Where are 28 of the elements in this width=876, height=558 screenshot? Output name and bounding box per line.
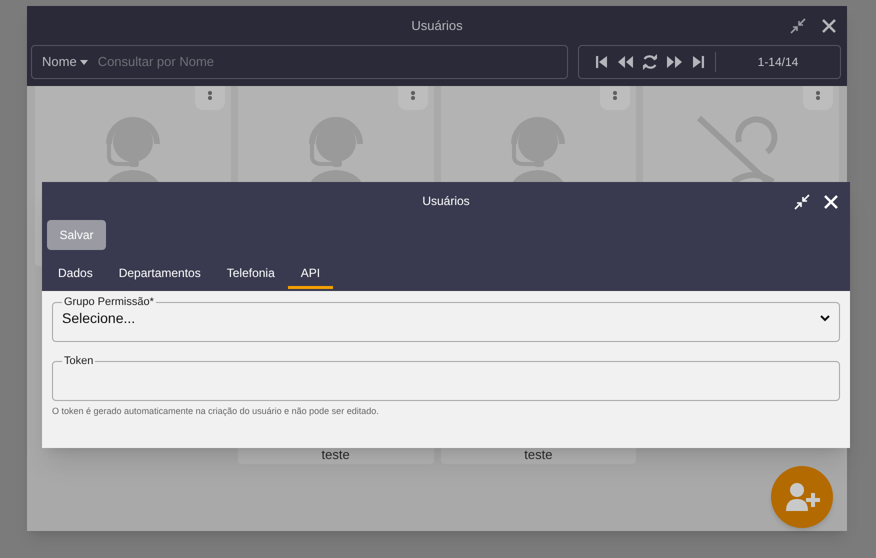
tab[interactable]: API — [288, 260, 334, 289]
add-user-icon — [784, 481, 820, 513]
user-name: teste — [524, 448, 552, 462]
user-name: teste — [322, 448, 350, 462]
refresh-icon[interactable] — [642, 54, 658, 70]
first-page-icon[interactable] — [595, 54, 609, 70]
filter-dropdown[interactable]: Nome — [42, 52, 88, 72]
more-options-button[interactable] — [194, 86, 225, 110]
tab[interactable]: Telefonia — [214, 260, 288, 289]
tab[interactable]: Dados — [45, 260, 106, 289]
dialog-title: Usuários — [422, 193, 470, 210]
search-field[interactable]: Nome Consultar por Nome — [31, 45, 568, 79]
page-range: 1-14/14 — [756, 54, 800, 71]
last-page-icon[interactable] — [691, 54, 705, 70]
tab[interactable]: Departamentos — [106, 260, 214, 289]
more-options-button[interactable] — [398, 86, 428, 110]
rewind-icon[interactable] — [617, 54, 634, 70]
text-field[interactable]: Token — [52, 353, 840, 401]
caret-icon — [80, 60, 88, 64]
more-options-button[interactable] — [600, 86, 630, 110]
window-title: Usuários — [411, 16, 463, 35]
minimize-icon[interactable] — [789, 17, 807, 35]
chevron-down-icon — [820, 314, 830, 322]
fast-forward-icon[interactable] — [666, 54, 683, 70]
close-icon[interactable] — [821, 18, 837, 34]
select-field[interactable]: Grupo Permissão* Selecione... — [52, 294, 840, 342]
help-text: O token é gerado automaticamente na criação do usuário e não pode ser editado. — [51, 405, 380, 418]
more-options-button[interactable] — [803, 86, 833, 110]
